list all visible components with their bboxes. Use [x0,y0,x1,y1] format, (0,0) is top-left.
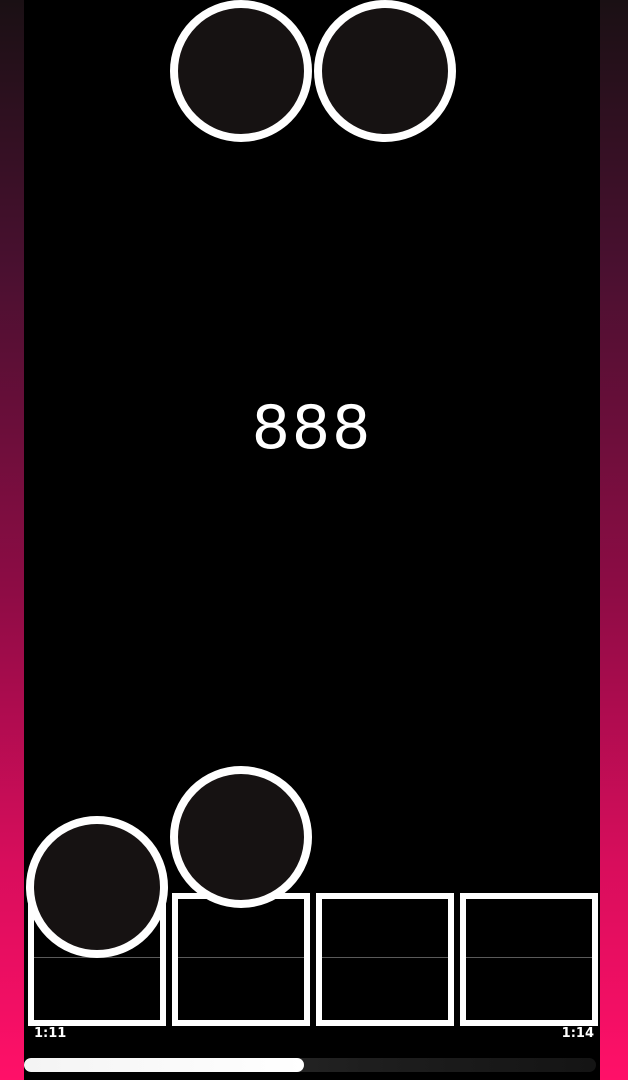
playfield: 888 1:11 1:14 [24,0,600,1080]
lane-hit-line [178,957,304,958]
elapsed-time: 1:11 [34,1026,67,1041]
total-time: 1:14 [561,1026,594,1041]
lane-hit-line [466,957,592,958]
note-circle [26,816,168,958]
note-circle [314,0,456,142]
note-circle [170,766,312,908]
lane-target-2[interactable] [172,893,310,1026]
note-circle [170,0,312,142]
song-progress-bar [24,1058,596,1072]
song-progress-fill [24,1058,305,1072]
lane-target-3[interactable] [316,893,454,1026]
lane-hit-line [322,957,448,958]
score-display: 888 [251,393,373,463]
lane-target-4[interactable] [460,893,598,1026]
